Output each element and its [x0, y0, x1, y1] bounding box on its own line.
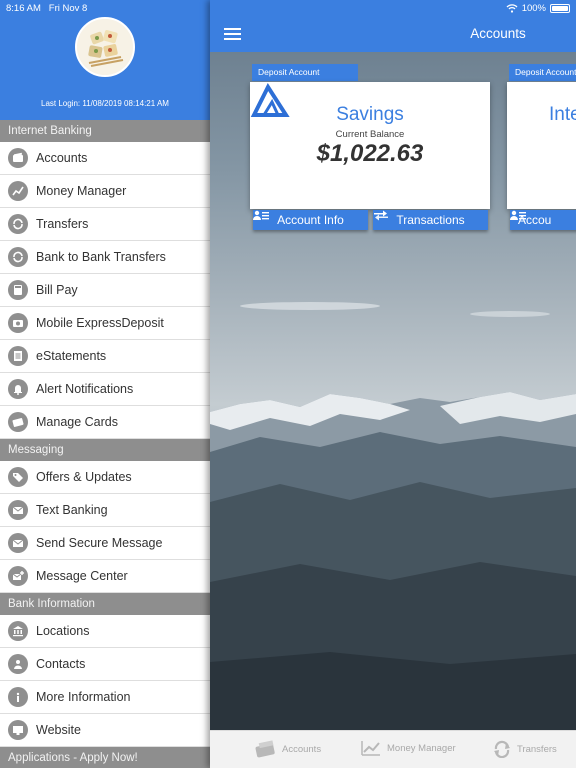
hamburger-menu-icon[interactable] [224, 28, 241, 41]
sidebar-item-locations[interactable]: Locations [0, 615, 210, 648]
profile-header: 8:16 AM Fri Nov 8 Last Login: 11/08/2019… [0, 0, 210, 120]
sidebar-item-accounts[interactable]: Accounts [0, 142, 210, 175]
sidebar-item-message-center[interactable]: Message Center [0, 560, 210, 593]
section-internet-banking: Internet Banking [0, 120, 210, 142]
page-title: Accounts [470, 26, 526, 41]
id-card-icon [510, 210, 526, 220]
sidebar-item-estatements[interactable]: eStatements [0, 340, 210, 373]
sidebar-item-money-manager[interactable]: Money Manager [0, 175, 210, 208]
sidebar: 8:16 AM Fri Nov 8 Last Login: 11/08/2019… [0, 0, 210, 768]
account-card-savings[interactable]: Savings Current Balance $1,022.63 [250, 82, 490, 209]
sidebar-item-label: Offers & Updates [36, 470, 132, 484]
sidebar-item-label: Locations [36, 624, 90, 638]
sidebar-item-text-banking[interactable]: Text Banking [0, 494, 210, 527]
section-applications: Applications - Apply Now! [0, 747, 210, 768]
people-icon [8, 654, 28, 674]
section-messaging: Messaging [0, 439, 210, 461]
sidebar-item-label: Website [36, 723, 81, 737]
avatar-image [77, 19, 133, 75]
account-name: Inte [549, 104, 576, 125]
sidebar-item-label: Message Center [36, 569, 128, 583]
account-card-second[interactable]: Inte [507, 82, 576, 209]
status-time-value: 8:16 AM [6, 3, 41, 14]
envelope-plus-icon [8, 566, 28, 586]
tag-icon [8, 467, 28, 487]
info-icon [8, 687, 28, 707]
sidebar-item-label: Send Secure Message [36, 536, 163, 550]
tab-transfers-label: Transfers [517, 743, 557, 755]
credit-card-icon [8, 412, 28, 432]
camera-icon [8, 313, 28, 333]
bank-logo-icon [250, 82, 290, 117]
sidebar-item-contacts[interactable]: Contacts [0, 648, 210, 681]
sidebar-item-transfers[interactable]: Transfers [0, 208, 210, 241]
sidebar-item-label: Accounts [36, 151, 88, 165]
tab-accounts-label: Accounts [282, 743, 322, 755]
navbar: 100% Accounts [210, 0, 576, 52]
balance-label: Current Balance [335, 129, 405, 140]
avatar[interactable] [75, 17, 135, 77]
envelope-icon [8, 533, 28, 553]
envelope-icon [8, 500, 28, 520]
sidebar-item-label: Contacts [36, 657, 86, 671]
sidebar-item-label: eStatements [36, 349, 107, 363]
card-tab-deposit-account: Deposit Account [252, 64, 358, 81]
sidebar-item-label: Transfers [36, 217, 89, 231]
sidebar-item-label: Manage Cards [36, 415, 118, 429]
last-login: Last Login: 11/08/2019 08:14:21 AM [41, 99, 169, 108]
sidebar-item-label: Bank to Bank Transfers [36, 250, 166, 264]
battery-percent: 100% [521, 3, 546, 14]
tab-money-manager-label: Money Manager [387, 742, 456, 754]
sidebar-item-label: More Information [36, 690, 131, 704]
battery-icon [550, 4, 570, 13]
sidebar-item-mobile-expressdeposit[interactable]: Mobile ExpressDeposit [0, 307, 210, 340]
sidebar-item-manage-cards[interactable]: Manage Cards [0, 406, 210, 439]
account-info-label: Account Info [277, 213, 344, 227]
document-icon [8, 346, 28, 366]
transactions-label: Transactions [396, 213, 465, 227]
transfer-icon [8, 214, 28, 234]
tab-transfers[interactable]: Transfers [493, 740, 557, 758]
status-time: 8:16 AM Fri Nov 8 [6, 3, 87, 14]
sidebar-item-alert-notifications[interactable]: Alert Notifications [0, 373, 210, 406]
wallet-icon [8, 148, 28, 168]
section-bank-information: Bank Information [0, 593, 210, 615]
tab-money-manager[interactable]: Money Manager [361, 740, 456, 756]
status-right: 100% [506, 3, 570, 14]
status-date: Fri Nov 8 [48, 3, 88, 14]
bell-icon [8, 379, 28, 399]
sidebar-item-label: Money Manager [36, 184, 127, 198]
sidebar-item-label: Alert Notifications [36, 382, 134, 396]
transfer-icon [8, 247, 28, 267]
account-balance: $1,022.63 [316, 140, 424, 167]
chart-icon [8, 181, 28, 201]
sidebar-item-more-information[interactable]: More Information [0, 681, 210, 714]
sidebar-item-bank-to-bank-transfers[interactable]: Bank to Bank Transfers [0, 241, 210, 274]
sidebar-item-send-secure-message[interactable]: Send Secure Message [0, 527, 210, 560]
sidebar-item-bill-pay[interactable]: Bill Pay [0, 274, 210, 307]
transfer-icon [494, 740, 510, 758]
main-content: 100% Accounts Deposit Account Savings Cu… [210, 0, 576, 768]
id-card-icon [253, 210, 269, 220]
sidebar-item-label: Text Banking [36, 503, 108, 517]
sidebar-item-website[interactable]: Website [0, 714, 210, 747]
card-tab-deposit-account: Deposit Account [509, 64, 576, 81]
bank-building-icon [8, 621, 28, 641]
chart-icon [361, 741, 380, 756]
account-info-button[interactable]: Accou [510, 210, 576, 230]
transactions-button[interactable]: Transactions [373, 210, 488, 230]
background-mountains: Deposit Account Savings Current Balance … [210, 52, 576, 730]
sidebar-item-label: Mobile ExpressDeposit [36, 316, 164, 330]
account-info-button[interactable]: Account Info [253, 210, 368, 230]
wallet-icon [255, 740, 275, 758]
swap-arrows-icon [374, 210, 388, 221]
tab-accounts[interactable]: Accounts [254, 740, 321, 758]
bottom-tab-bar: Accounts Money Manager Transfers [210, 730, 576, 768]
monitor-icon [8, 720, 28, 740]
sidebar-item-offers-updates[interactable]: Offers & Updates [0, 461, 210, 494]
sidebar-item-label: Bill Pay [36, 283, 78, 297]
wifi-icon [506, 4, 518, 13]
calculator-icon [8, 280, 28, 300]
